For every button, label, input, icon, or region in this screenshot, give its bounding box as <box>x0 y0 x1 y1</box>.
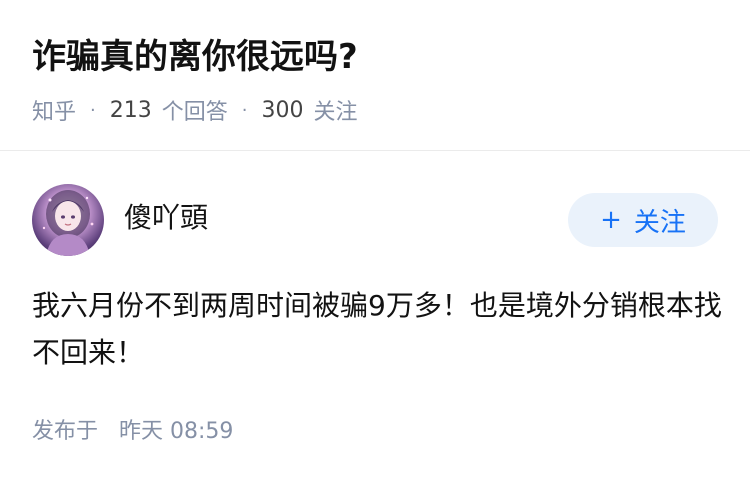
question-header: 诈骗真的离你很远吗? 知乎 · 213 个回答 · 300 关注 <box>0 0 750 151</box>
answer-content[interactable]: 我六月份不到两周时间被骗9万多！也是境外分销根本找不回来！ <box>32 282 722 376</box>
meta-separator: · <box>241 99 248 121</box>
author-name[interactable]: 傻吖頭 <box>124 198 208 238</box>
published-time[interactable]: 昨天 08:59 <box>119 419 233 444</box>
meta-separator: · <box>90 99 96 121</box>
source-label[interactable]: 知乎 <box>32 94 76 126</box>
answer-count-label[interactable]: 个回答 <box>162 94 228 126</box>
follow-button-label: 关注 <box>633 207 686 238</box>
follower-count: 300 <box>261 97 304 123</box>
answer-card: 傻吖頭 + 关注 我六月份不到两周时间被骗9万多！也是境外分销根本找不回来！ 发… <box>0 152 750 482</box>
published-label: 发布于 <box>32 419 99 444</box>
publish-meta: 发布于 昨天 08:59 <box>32 414 233 450</box>
follower-count-label[interactable]: 关注 <box>314 94 358 126</box>
avatar-portrait-icon <box>42 190 94 256</box>
follow-button[interactable]: + 关注 <box>568 193 718 247</box>
answer-count: 213 <box>109 97 152 123</box>
author-row: 傻吖頭 + 关注 <box>32 184 718 256</box>
avatar[interactable] <box>32 184 104 256</box>
question-meta: 知乎 · 213 个回答 · 300 关注 <box>32 92 358 128</box>
question-title[interactable]: 诈骗真的离你很远吗? <box>32 32 358 82</box>
plus-icon: + <box>600 205 622 235</box>
